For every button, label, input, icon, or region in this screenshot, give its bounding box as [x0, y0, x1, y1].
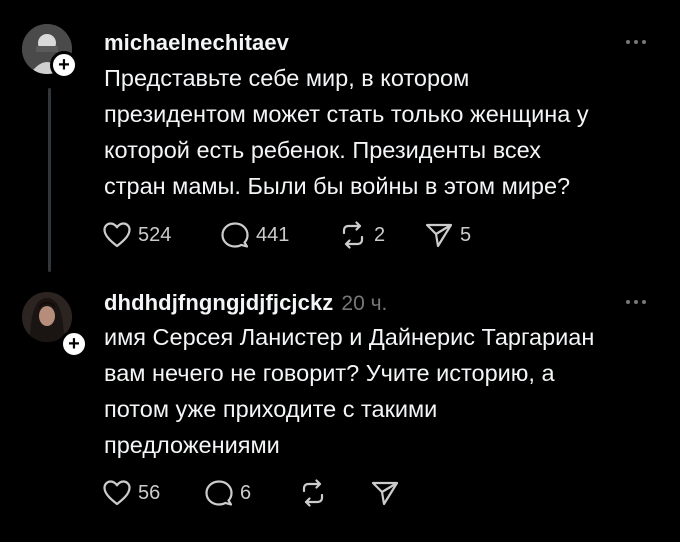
post-header: michaelnechitaev	[104, 30, 289, 56]
heart-icon	[103, 222, 131, 248]
like-button[interactable]: 524	[102, 221, 171, 249]
username[interactable]: dhdhdjfngngjdjfjcjckz	[104, 290, 333, 316]
timestamp: 20 ч.	[341, 292, 388, 315]
post-text: имя Серсея Ланистер и Дайнерис Таргариан…	[104, 324, 595, 458]
post: + dhdhdjfngngjdjfjcjckz 20 ч. имя Серсея…	[0, 280, 680, 542]
like-count: 56	[138, 481, 161, 504]
share-button[interactable]: 5	[424, 221, 471, 249]
follow-plus-icon[interactable]: +	[60, 330, 88, 358]
more-icon[interactable]	[626, 297, 654, 307]
comment-count: 441	[256, 223, 290, 246]
repost-icon	[342, 221, 364, 249]
share-count: 5	[460, 223, 472, 246]
comment-icon	[205, 480, 233, 506]
repost-count: 2	[374, 223, 386, 246]
comment-icon	[221, 222, 249, 248]
repost-icon	[302, 479, 324, 507]
thread-feed: + michaelnechitaev Представьте себе мир,…	[0, 0, 680, 542]
post-header: dhdhdjfngngjdjfjcjckz 20 ч.	[104, 290, 387, 316]
heart-icon	[103, 480, 131, 506]
like-button[interactable]: 56	[102, 479, 160, 507]
repost-button[interactable]: 2	[338, 221, 385, 249]
post: + michaelnechitaev Представьте себе мир,…	[0, 0, 680, 280]
username[interactable]: michaelnechitaev	[104, 30, 289, 56]
more-icon[interactable]	[626, 37, 654, 47]
comment-button[interactable]: 6	[204, 479, 251, 507]
like-count: 524	[138, 223, 172, 246]
follow-plus-icon[interactable]: +	[50, 51, 78, 79]
share-icon	[425, 223, 453, 248]
share-icon	[371, 481, 399, 506]
thread-line	[48, 88, 51, 272]
share-button[interactable]	[370, 479, 400, 507]
comment-button[interactable]: 441	[220, 221, 289, 249]
comment-count: 6	[240, 481, 252, 504]
post-text: Представьте себе мир, в котором президен…	[104, 65, 589, 199]
repost-button[interactable]	[298, 479, 328, 507]
